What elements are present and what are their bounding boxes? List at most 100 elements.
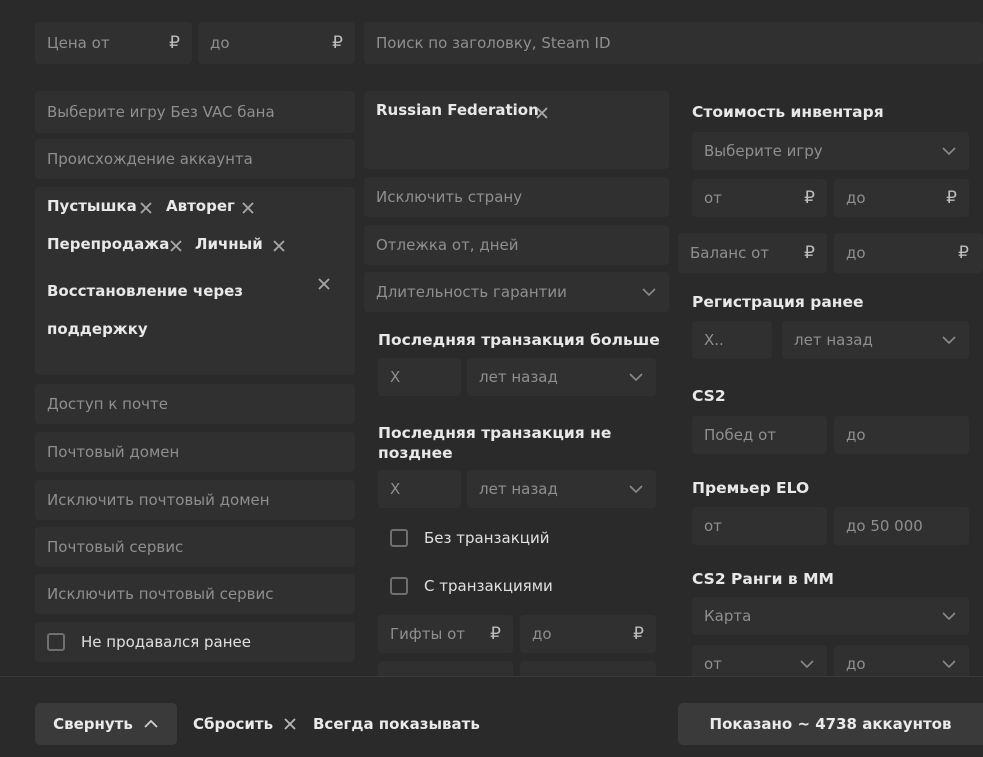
gifts-from-input[interactable]: Гифты от ₽ [378,615,513,653]
wins-from-placeholder: Побед от [704,426,776,444]
mail-service-input[interactable]: Почтовый сервис [35,527,355,567]
search-input[interactable]: Поиск по заголовку, Steam ID [364,22,983,64]
balance-from-input[interactable]: Баланс от ₽ [678,233,827,273]
tag-russian-federation: Russian Federation [376,101,539,119]
reg-title: Регистрация ранее [692,293,864,311]
last-tx-not-later-title: Последняя транзакция не позднее [378,424,612,462]
premier-to-input[interactable]: до 50 000 [834,507,969,545]
reset-label: Сбросить [193,715,274,733]
ruble-icon: ₽ [804,243,815,263]
price-to-input[interactable]: до ₽ [198,22,355,64]
gifts-from-placeholder: Гифты от [390,625,465,643]
premier-to-placeholder: до 50 000 [846,517,923,535]
inventory-title: Стоимость инвентаря [692,103,884,121]
chevron-down-icon [642,288,656,297]
remove-tag-icon[interactable] [317,277,331,291]
remove-tag-icon[interactable] [241,201,255,215]
mail-domain-input[interactable]: Почтовый домен [35,432,355,472]
chevron-down-icon [800,660,814,669]
ruble-icon: ₽ [633,624,644,644]
years-ago-label: лет назад [794,331,873,349]
last-tx-more-input[interactable]: X [378,358,461,396]
search-placeholder: Поиск по заголовку, Steam ID [376,34,611,52]
exclude-mail-service-input[interactable]: Исключить почтовый сервис [35,574,355,614]
to-placeholder: до [846,189,866,207]
hold-days-input[interactable]: Отлежка от, дней [364,225,669,265]
wins-to-placeholder: до [846,426,866,444]
map-select[interactable]: Карта [692,597,969,635]
vac-game-select[interactable]: Выберите игру Без VAC бана [35,91,355,133]
last-tx-more-title: Последняя транзакция больше [378,331,660,349]
tag-label: Личный [195,235,263,253]
always-show-button[interactable]: Всегда показывать [313,703,480,745]
reg-unit-select[interactable]: лет назад [782,321,969,359]
price-from-input[interactable]: Цена от ₽ [35,22,192,64]
ruble-icon: ₽ [169,33,180,53]
exclude-mail-domain-input[interactable]: Исключить почтовый домен [35,480,355,520]
price-from-placeholder: Цена от [47,34,110,52]
collapse-label: Свернуть [53,715,133,733]
origin-placeholder: Происхождение аккаунта [47,150,253,168]
no-transactions-checkbox[interactable] [390,529,408,547]
with-transactions-checkbox[interactable] [390,577,408,595]
collapse-button[interactable]: Свернуть [35,703,177,745]
map-placeholder: Карта [704,607,752,625]
cs2-title: CS2 [692,387,726,405]
warranty-select[interactable]: Длительность гарантии [364,272,669,312]
reset-button[interactable]: Сбросить [193,703,297,745]
chevron-down-icon [942,147,956,156]
ruble-icon: ₽ [490,624,501,644]
premier-from-input[interactable]: от [692,507,827,545]
from-placeholder: от [704,189,722,207]
vac-placeholder: Выберите игру Без VAC бана [47,103,275,121]
exclude-country-placeholder: Исключить страну [376,188,523,206]
chevron-down-icon [942,660,956,669]
last-tx-more-unit-select[interactable]: лет назад [467,358,656,396]
shown-count-label: Показано ~ 4738 аккаунтов [709,715,952,733]
remove-tag-icon[interactable] [535,106,549,120]
tag-label: Восстановление через поддержку [47,282,244,338]
chevron-down-icon [942,336,956,345]
origin-tags-box[interactable]: Пустышка Авторег Перепродажа Личный Восс… [35,187,355,375]
balance-to-placeholder: до [846,244,866,262]
with-transactions-row[interactable]: С транзакциями [390,575,553,597]
not-sold-before-checkbox[interactable] [47,633,65,651]
inventory-game-select[interactable]: Выберите игру [692,132,969,170]
tag-pustyshka: Пустышка [47,197,137,215]
wins-from-input[interactable]: Побед от [692,416,827,454]
hold-days-placeholder: Отлежка от, дней [376,236,519,254]
not-sold-before-label: Не продавался ранее [81,633,251,651]
remove-tag-icon[interactable] [169,239,183,253]
reg-value: X.. [704,331,724,349]
balance-to-input[interactable]: до ₽ [834,233,983,273]
gifts-to-input[interactable]: до ₽ [520,615,656,653]
last-tx-not-later-input[interactable]: X [378,470,461,508]
no-transactions-row[interactable]: Без транзакций [390,527,549,549]
remove-tag-icon[interactable] [139,201,153,215]
price-to-placeholder: до [210,34,230,52]
ruble-icon: ₽ [804,188,815,208]
ruble-icon: ₽ [332,33,343,53]
not-sold-before-row[interactable]: Не продавался ранее [35,622,355,662]
ranks-title: CS2 Ранги в MM [692,570,834,588]
exclude-country-input[interactable]: Исключить страну [364,177,669,217]
mail-access-select[interactable]: Доступ к почте [35,384,355,424]
warranty-placeholder: Длительность гарантии [376,283,567,301]
tag-lichny: Личный [195,235,263,253]
wins-to-input[interactable]: до [834,416,969,454]
last-tx-more-value: X [390,368,401,386]
premier-title: Премьер ELO [692,479,810,497]
mail-domain-placeholder: Почтовый домен [47,443,180,461]
inventory-from-input[interactable]: от ₽ [692,179,827,217]
premier-from-placeholder: от [704,517,722,535]
country-tags-box[interactable]: Russian Federation [364,91,669,169]
origin-input[interactable]: Происхождение аккаунта [35,139,355,179]
last-tx-not-later-unit-select[interactable]: лет назад [467,470,656,508]
inventory-to-input[interactable]: до ₽ [834,179,969,217]
no-transactions-label: Без транзакций [424,529,550,547]
tag-label: Авторег [166,197,235,215]
reg-value-input[interactable]: X.. [692,321,772,359]
show-results-button[interactable]: Показано ~ 4738 аккаунтов [678,703,983,745]
ruble-icon: ₽ [946,188,957,208]
remove-tag-icon[interactable] [272,239,286,253]
